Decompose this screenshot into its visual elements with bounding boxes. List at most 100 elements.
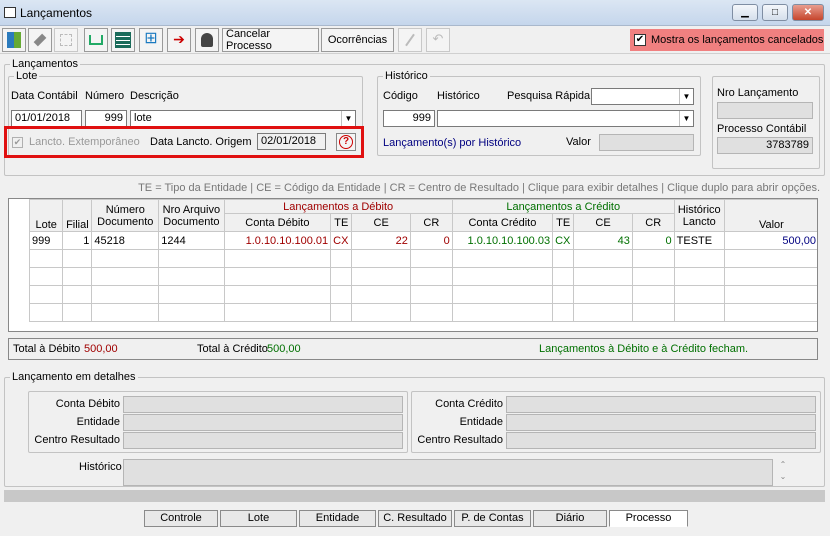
historico-link[interactable]: Lançamento(s) por Histórico: [383, 137, 521, 149]
maximize-button[interactable]: □: [762, 4, 788, 21]
tree-icon: [60, 34, 72, 46]
eraser-button[interactable]: [28, 28, 52, 52]
eraser-icon: [33, 33, 47, 47]
chevron-down-icon[interactable]: ▼: [679, 89, 693, 104]
table-row[interactable]: [28, 285, 817, 304]
occurrences-button[interactable]: Ocorrências: [321, 28, 394, 52]
detail-conta-credito-label: Conta Crédito: [435, 398, 503, 410]
col-numero[interactable]: Número Documento: [91, 199, 160, 232]
table-row[interactable]: [28, 267, 817, 286]
cell-ce-credito: 43: [573, 231, 633, 250]
descricao-value: lote: [134, 112, 152, 124]
add-button[interactable]: ⊞: [139, 28, 163, 52]
cell-ce-debito: 22: [351, 231, 411, 250]
valor-input[interactable]: [599, 134, 694, 151]
lancamentos-grid[interactable]: Lote Filial Número Documento Nro Arquivo D…: [28, 199, 817, 322]
tab-controle[interactable]: Controle: [144, 510, 218, 527]
tab-entidade[interactable]: Entidade: [299, 510, 376, 527]
minimize-button[interactable]: ▁: [732, 4, 758, 21]
show-cancelled-label: Mostra os lançamentos cancelados: [651, 34, 824, 46]
table-row[interactable]: 999 1 45218 1244 1.0.10.10.100.01 CX 22 …: [28, 231, 817, 250]
origem-label: Data Lancto. Origem: [150, 136, 252, 148]
close-button[interactable]: ✕: [792, 4, 824, 21]
user-icon: [201, 33, 213, 47]
numero-label: Número: [85, 90, 125, 102]
col-conta-debito[interactable]: Conta Débito: [223, 213, 332, 232]
exit-button[interactable]: [2, 28, 26, 52]
detail-entidade-credito-label: Entidade: [459, 416, 503, 428]
extemporaneo-checkbox[interactable]: ✔: [12, 137, 23, 148]
col-ce-debito[interactable]: CE: [351, 213, 411, 232]
grid-container[interactable]: Lote Filial Número Documento Nro Arquivo D…: [8, 198, 818, 332]
data-contabil-label: Data Contábil: [11, 90, 78, 102]
col-te-credito[interactable]: TE: [552, 213, 575, 232]
show-cancelled-toggle[interactable]: ✔ Mostra os lançamentos cancelados: [630, 29, 824, 51]
total-credito-value: 500,00: [267, 343, 301, 355]
col-te-debito[interactable]: TE: [330, 213, 353, 232]
toolbar: ⊞ ➔ Cancelar Processo Ocorrências ↶ ✔ Mo…: [0, 26, 830, 54]
col-historico[interactable]: Histórico Lancto: [673, 199, 725, 232]
nro-lancamento-input: [717, 102, 813, 119]
tab-diario[interactable]: Diário: [533, 510, 607, 527]
detail-historico-label: Histórico: [79, 461, 122, 473]
detail-centro-credito: [506, 432, 816, 449]
cell-cr-credito: 0: [631, 231, 675, 250]
cell-te-credito: CX: [552, 231, 575, 250]
transfer-button[interactable]: ➔: [167, 28, 191, 52]
detail-conta-credito: [506, 396, 816, 413]
import-tray-icon: [89, 35, 103, 45]
col-historico-line2: Lancto: [682, 215, 716, 228]
detail-historico: [123, 459, 773, 486]
show-cancelled-checkbox[interactable]: ✔: [634, 34, 646, 46]
table-row[interactable]: [28, 303, 817, 322]
tab-c-resultado[interactable]: C. Resultado: [378, 510, 452, 527]
detail-centro-debito: [123, 432, 403, 449]
detail-centro-credito-label: Centro Resultado: [417, 434, 503, 446]
undo-icon: ↶: [432, 31, 444, 46]
col-lote[interactable]: Lote: [28, 199, 64, 232]
tab-lote[interactable]: Lote: [220, 510, 297, 527]
col-ce-credito[interactable]: CE: [573, 213, 633, 232]
user-button[interactable]: [195, 28, 219, 52]
legend-text: TE = Tipo da Entidade | CE = Código da E…: [138, 182, 820, 194]
cell-lote: 999: [28, 231, 64, 250]
cell-valor: 500,00: [723, 231, 817, 250]
cancel-process-button[interactable]: Cancelar Processo: [222, 28, 319, 52]
spreadsheet-button[interactable]: [111, 28, 135, 52]
origem-input[interactable]: 02/01/2018: [257, 133, 326, 150]
credit-header: Lançamentos a Crédito: [451, 199, 675, 214]
historico-select[interactable]: ▼: [437, 110, 694, 127]
chevron-down-icon[interactable]: ▼: [679, 111, 693, 126]
tab-p-de-contas[interactable]: P. de Contas: [454, 510, 531, 527]
chevron-down-icon[interactable]: ▼: [341, 111, 355, 126]
processo-input: 3783789: [717, 137, 813, 154]
historico-scroll[interactable]: ⌃ ⌄: [776, 459, 790, 486]
col-arquivo-line1: Nro Arquivo: [162, 203, 221, 216]
col-numero-line1: Número: [105, 203, 145, 216]
col-arquivo[interactable]: Nro Arquivo Documento: [158, 199, 225, 232]
status-message: Lançamentos à Débito e à Crédito fecham.: [539, 343, 749, 355]
col-historico-line1: Histórico: [677, 203, 721, 216]
col-valor[interactable]: Valor: [723, 199, 817, 232]
data-contabil-input[interactable]: 01/01/2018: [11, 110, 82, 127]
detail-conta-debito: [123, 396, 403, 413]
historico-group-label: Histórico: [383, 70, 430, 82]
undo-button[interactable]: ↶: [426, 28, 450, 52]
col-cr-debito[interactable]: CR: [409, 213, 453, 232]
valor-label: Valor: [566, 136, 591, 148]
pesquisa-select[interactable]: ▼: [591, 88, 694, 105]
col-filial[interactable]: Filial: [62, 199, 93, 232]
cell-numero: 45218: [91, 231, 160, 250]
tree-button[interactable]: [54, 28, 78, 52]
tab-processo[interactable]: Processo: [609, 510, 688, 527]
col-cr-credito[interactable]: CR: [631, 213, 675, 232]
help-icon[interactable]: ?: [336, 133, 356, 151]
lancamentos-group-label: Lançamentos: [10, 58, 81, 70]
codigo-input[interactable]: 999: [383, 110, 435, 127]
pen-button[interactable]: [398, 28, 422, 52]
numero-input[interactable]: 999: [85, 110, 127, 127]
import-button[interactable]: [84, 28, 108, 52]
table-row[interactable]: [28, 249, 817, 268]
descricao-select[interactable]: lote ▼: [130, 110, 356, 127]
col-conta-credito[interactable]: Conta Crédito: [451, 213, 554, 232]
